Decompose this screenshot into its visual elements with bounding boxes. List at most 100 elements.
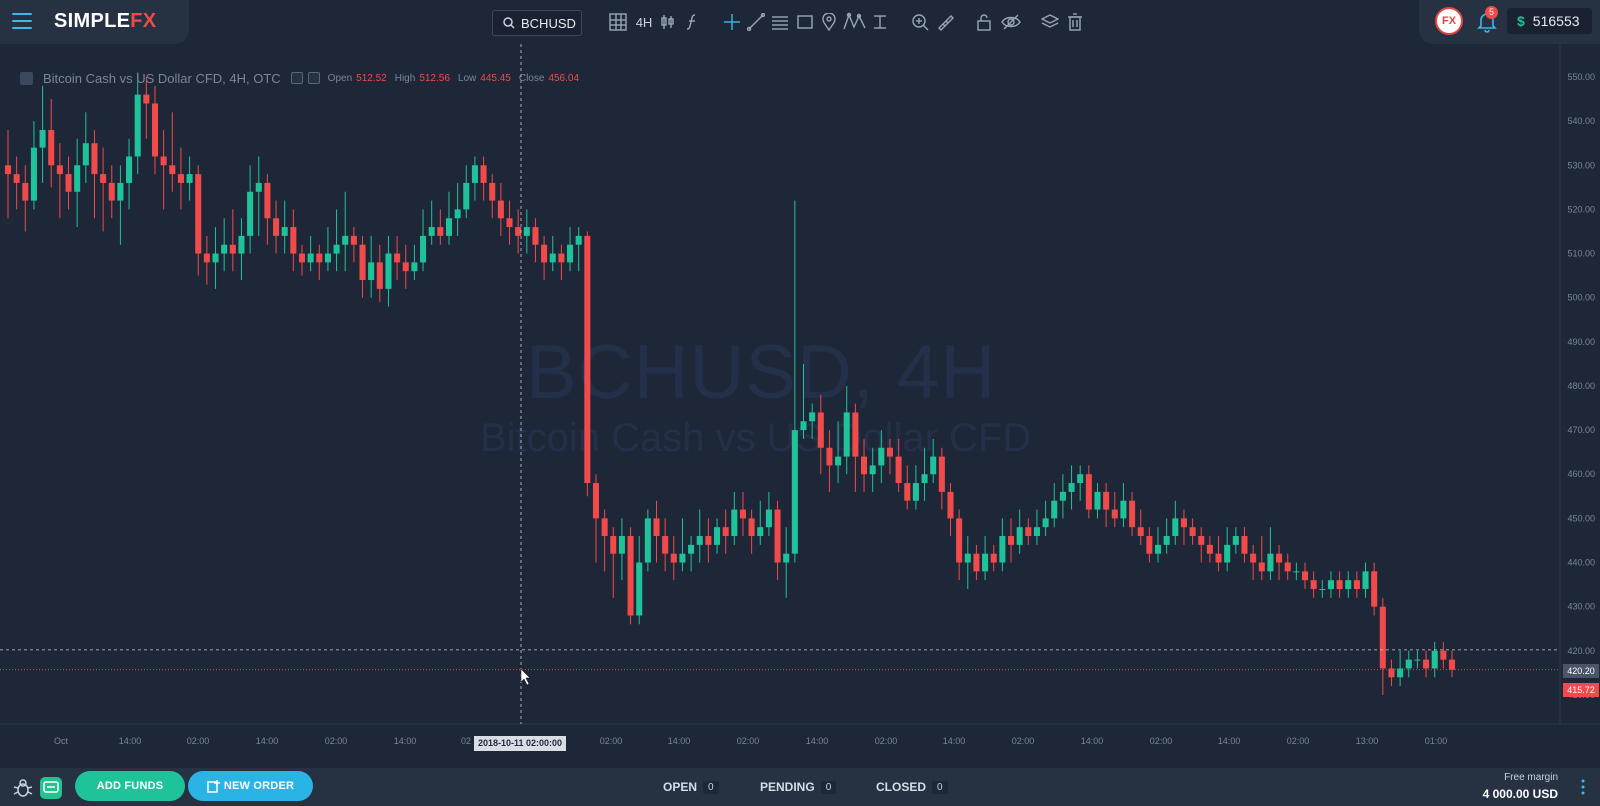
candle-body xyxy=(160,156,167,166)
candle-body xyxy=(177,174,184,183)
pin-marker-icon[interactable] xyxy=(820,11,838,33)
timeframe-label: 4H xyxy=(635,14,653,30)
candle-body xyxy=(774,509,781,563)
chart-legend: Bitcoin Cash vs US Dollar CFD, 4H, OTC O… xyxy=(20,69,579,87)
candle-body xyxy=(1267,553,1274,572)
candle-body xyxy=(515,227,522,236)
candle-body xyxy=(1198,536,1205,545)
chart-area[interactable]: BCHUSD, 4H Bitcoin Cash vs US Dollar CFD… xyxy=(0,44,1600,768)
trendline-icon[interactable] xyxy=(746,11,766,33)
candle-body xyxy=(1293,571,1300,573)
price-axis-label: 420.00 xyxy=(1567,646,1595,656)
candle-body xyxy=(886,447,893,457)
candle-body xyxy=(39,129,46,148)
time-axis-label: Oct xyxy=(54,736,69,746)
visibility-icon[interactable] xyxy=(1000,11,1022,33)
candle-body xyxy=(852,412,859,457)
legend-title: Bitcoin Cash vs US Dollar CFD, 4H, OTC xyxy=(43,70,281,86)
candle-body xyxy=(1120,500,1127,519)
candle-body xyxy=(973,553,980,572)
candle-body xyxy=(809,412,816,422)
candle-body xyxy=(930,456,937,475)
price-chart[interactable]: 550.00 540.00 530.00 520.00 510.00 500.00 490.… xyxy=(0,44,1600,768)
timeframe-button[interactable]: 4H xyxy=(632,11,656,33)
time-axis-label: 13:00 xyxy=(1356,736,1379,746)
candle-body xyxy=(757,527,764,537)
candle-body xyxy=(895,456,902,484)
candle-body xyxy=(428,227,435,236)
candle-body xyxy=(143,94,150,104)
candle-body xyxy=(964,553,971,563)
tab-open-count: 0 xyxy=(703,780,719,794)
new-order-button[interactable]: NEW ORDER xyxy=(188,771,313,801)
lock-icon[interactable] xyxy=(975,11,993,33)
pattern-tool-icon[interactable] xyxy=(843,11,867,33)
price-axis-label: 440.00 xyxy=(1567,558,1595,568)
candle-body xyxy=(610,536,617,554)
candle-body xyxy=(1224,544,1231,563)
avatar[interactable]: FX xyxy=(1435,7,1463,35)
candle-body xyxy=(65,174,72,192)
close-icon[interactable] xyxy=(307,72,320,84)
layers-icon[interactable] xyxy=(1040,11,1060,33)
candle-body xyxy=(1016,527,1023,545)
new-order-label: NEW ORDER xyxy=(223,780,295,792)
candle-body xyxy=(688,544,695,554)
legend-low-label: Low xyxy=(457,72,477,84)
candle-body xyxy=(100,174,107,183)
brand-logo[interactable]: SIMPLEFX xyxy=(54,10,156,33)
candle-body xyxy=(394,253,401,263)
tab-pending-count: 0 xyxy=(820,780,837,794)
candle-body xyxy=(558,253,565,263)
candle-body xyxy=(1414,659,1421,661)
candle-body xyxy=(653,518,660,537)
candle-body xyxy=(151,103,159,157)
candle-body xyxy=(169,165,176,175)
text-tool-icon[interactable] xyxy=(870,11,890,33)
price-axis-label: 480.00 xyxy=(1567,381,1595,391)
indicators-icon[interactable] xyxy=(684,11,700,33)
bug-report-icon[interactable] xyxy=(12,777,34,799)
grid-layout-icon[interactable] xyxy=(608,11,628,33)
add-funds-button[interactable]: ADD FUNDS xyxy=(75,771,185,801)
horizontal-lines-icon[interactable] xyxy=(770,11,790,33)
tab-closed[interactable]: CLOSED 0 xyxy=(876,780,948,794)
account-selector[interactable]: $ 516553 xyxy=(1507,8,1592,34)
candle-body xyxy=(523,227,530,236)
more-options-icon[interactable] xyxy=(1580,778,1586,796)
notification-badge: 5 xyxy=(1485,6,1498,19)
free-margin-label: Free margin xyxy=(1504,772,1558,783)
account-area: FX 5 $ 516553 xyxy=(1419,0,1600,44)
candlestick-type-icon[interactable] xyxy=(660,11,676,33)
legend-high-label: High xyxy=(394,72,416,84)
time-axis-label: 14:00 xyxy=(943,736,966,746)
tab-pending[interactable]: PENDING 0 xyxy=(760,780,837,794)
ruler-icon[interactable] xyxy=(935,11,955,33)
time-axis-label: 02:00 xyxy=(325,736,348,746)
settings-icon[interactable] xyxy=(290,72,303,84)
candle-body xyxy=(117,182,124,201)
chat-icon[interactable] xyxy=(40,777,62,799)
candle-body xyxy=(411,262,418,272)
candle-body xyxy=(662,536,669,554)
chart-type-icon[interactable] xyxy=(20,71,33,85)
symbol-search-input[interactable]: BCHUSD xyxy=(492,10,582,36)
tab-pending-label: PENDING xyxy=(760,780,815,794)
rectangle-tool-icon[interactable] xyxy=(795,11,815,33)
candle-body xyxy=(221,244,228,254)
candle-body xyxy=(817,412,824,448)
mouse-cursor-icon xyxy=(520,668,531,686)
logo-area: SIMPLEFX xyxy=(0,0,189,44)
zoom-in-icon[interactable] xyxy=(910,11,930,33)
tab-open[interactable]: OPEN 0 xyxy=(663,780,719,794)
time-axis-label: 14:00 xyxy=(806,736,829,746)
crosshair-icon[interactable] xyxy=(722,11,742,33)
candle-body xyxy=(359,244,366,281)
candle-body xyxy=(1258,562,1265,572)
time-axis-label: 14:00 xyxy=(256,736,279,746)
hamburger-menu-icon[interactable] xyxy=(12,13,32,31)
candle-body xyxy=(402,262,409,272)
trash-icon[interactable] xyxy=(1066,11,1084,33)
candle-body xyxy=(1232,536,1239,545)
candle-body xyxy=(126,156,133,183)
